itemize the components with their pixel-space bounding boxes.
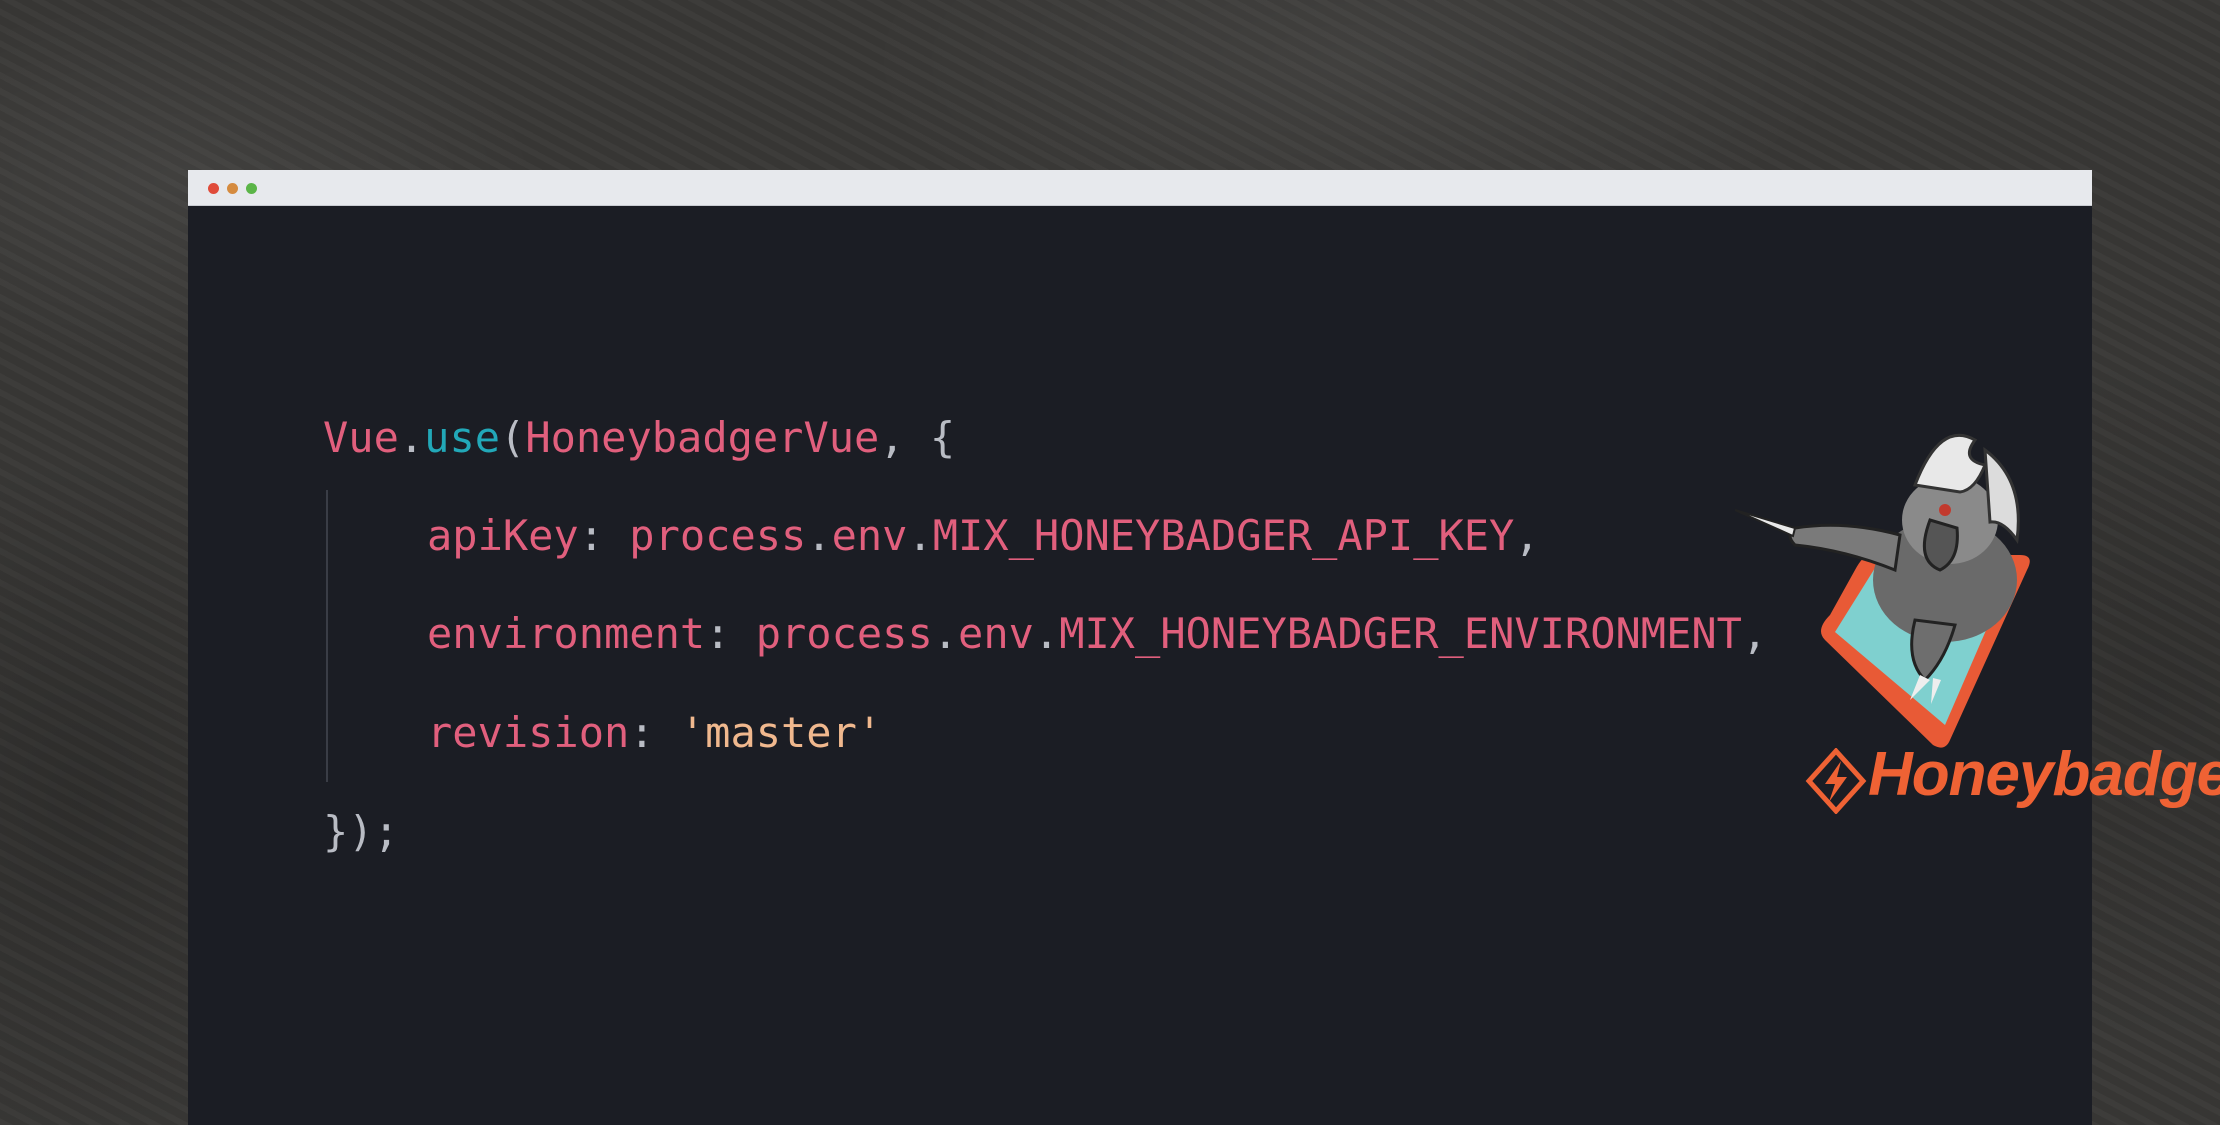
code-line-1: Vue.use(HoneybadgerVue, { — [323, 410, 955, 466]
token-close: }); — [323, 807, 399, 856]
token-process: process — [755, 609, 933, 658]
token-method: use — [424, 413, 501, 462]
token-process: process — [629, 511, 807, 560]
token-colon: : — [629, 708, 680, 757]
code-line-4: revision: 'master' — [427, 705, 882, 761]
close-window-button[interactable] — [208, 183, 219, 194]
token-dot: . — [806, 511, 832, 560]
token-argument: HoneybadgerVue — [525, 413, 880, 462]
token-env: env — [831, 511, 908, 560]
token-string: 'master' — [679, 708, 883, 757]
code-line-5: }); — [323, 804, 399, 860]
token-colon: : — [578, 511, 630, 560]
code-block: Vue.use(HoneybadgerVue, { apiKey: proces… — [323, 410, 1767, 949]
token-dot: . — [398, 413, 425, 462]
token-paren: ( — [500, 413, 526, 462]
maximize-window-button[interactable] — [246, 183, 257, 194]
token-key: environment — [427, 609, 706, 658]
token-dot: . — [907, 511, 933, 560]
token-brace: { — [929, 413, 956, 462]
token-key: apiKey — [427, 511, 579, 560]
token-env: env — [958, 609, 1034, 658]
window-titlebar — [188, 170, 2092, 206]
token-env-var: MIX_HONEYBADGER_ENVIRONMENT — [1059, 609, 1742, 658]
code-line-3: environment: process.env.MIX_HONEYBADGER… — [427, 606, 1767, 662]
token-comma: , — [1514, 511, 1540, 560]
token-env-var: MIX_HONEYBADGER_API_KEY — [932, 511, 1515, 560]
token-key: revision — [427, 708, 630, 757]
lightning-bolt-icon — [1805, 748, 1867, 814]
brand-wordmark: Honeybadger — [1868, 740, 2220, 809]
code-line-2: apiKey: process.env.MIX_HONEYBADGER_API_… — [427, 508, 1540, 564]
token-object: Vue — [323, 413, 399, 462]
minimize-window-button[interactable] — [227, 183, 238, 194]
token-colon: : — [705, 609, 756, 658]
token-comma: , — [879, 413, 930, 462]
token-dot: . — [1033, 609, 1060, 658]
token-dot: . — [932, 609, 959, 658]
